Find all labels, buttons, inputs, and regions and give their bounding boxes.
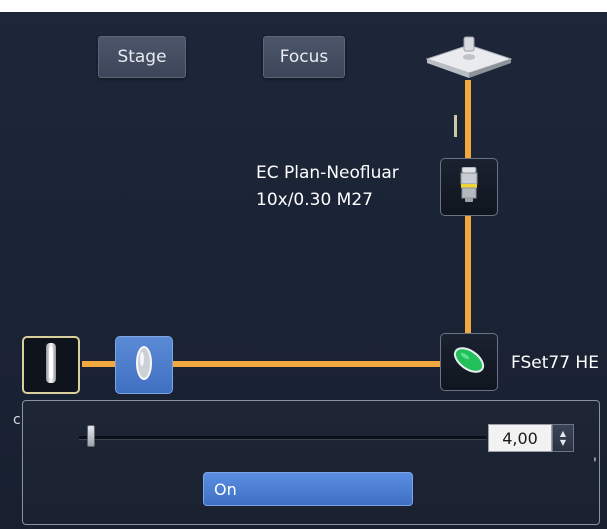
light-path-panel: Stage Focus EC Plan-Neofluar 10x/0.30 M2…	[0, 0, 607, 529]
reflector-filter-icon	[449, 342, 489, 382]
on-button[interactable]: On	[203, 472, 413, 506]
objective-name-line2: 10x/0.30 M27	[256, 190, 373, 210]
lens-icon	[131, 343, 157, 387]
objective-name-line1: EC Plan-Neofluar	[256, 163, 399, 183]
intensity-spin-buttons[interactable]: ▲ ▼	[552, 424, 574, 452]
reflector-button[interactable]	[440, 333, 498, 391]
beam-vertical	[465, 80, 471, 360]
intensity-slider-track[interactable]	[79, 436, 486, 440]
spin-down-icon[interactable]: ▼	[560, 438, 566, 447]
beam-stub	[454, 115, 457, 137]
intensity-value-field[interactable]: 4,00	[488, 424, 552, 452]
top-strip	[0, 0, 607, 12]
spin-up-icon[interactable]: ▲	[560, 429, 566, 438]
clipped-fragment-left: c	[13, 412, 21, 428]
light-intensity-popup: 4,00 ▲ ▼ On	[22, 400, 600, 525]
objective-lens-icon	[457, 166, 481, 207]
lamp-button[interactable]	[22, 336, 80, 394]
intensity-slider-thumb[interactable]	[87, 425, 96, 447]
stage-plate-icon[interactable]	[423, 33, 515, 79]
lens-button[interactable]	[115, 336, 173, 394]
focus-button[interactable]: Focus	[263, 36, 345, 78]
clipped-fragment-right: '	[593, 456, 597, 472]
lamp-icon	[41, 341, 61, 389]
objective-button[interactable]	[440, 158, 498, 216]
stage-button[interactable]: Stage	[98, 36, 186, 78]
filter-label: FSet77 HE	[511, 353, 599, 373]
